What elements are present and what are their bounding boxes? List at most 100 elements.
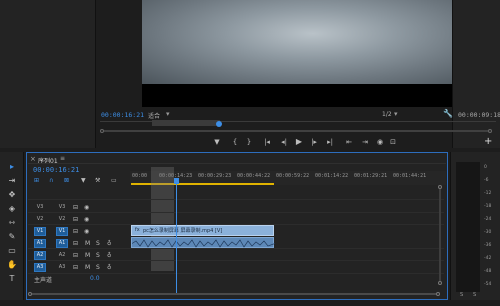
track-select-tool-icon[interactable]: ⇥ xyxy=(7,176,17,186)
track-target-a2[interactable]: A2 xyxy=(56,251,68,260)
scroll-thumb[interactable] xyxy=(32,293,436,295)
add-marker-icon[interactable]: ▼ xyxy=(212,138,222,146)
scroll-handle-bottom[interactable] xyxy=(438,281,442,285)
chevron-down-icon[interactable]: ▾ xyxy=(166,110,170,118)
export-frame-icon[interactable]: ◉ xyxy=(375,138,385,146)
source-patch-a2[interactable]: A2 xyxy=(34,251,46,260)
ruler-tick-label: 00:01:44:21 xyxy=(393,173,427,179)
master-volume-value[interactable]: 0.0 xyxy=(90,275,100,282)
meter-solo-left[interactable]: S xyxy=(460,292,463,298)
track-target-a1[interactable]: A1 xyxy=(56,239,68,248)
track-target-v2[interactable]: V2 xyxy=(56,215,68,224)
audio-clip[interactable] xyxy=(131,237,275,248)
comparison-view-icon[interactable]: ⊡ xyxy=(388,138,398,146)
tab-divider xyxy=(28,163,446,164)
ruler-tick-label: 00:00 xyxy=(132,173,148,179)
solo-button[interactable]: S xyxy=(96,252,100,259)
transport-controls: ▼ { } |◂ ◂| ▶ |▸ ▸| ⇤ ⇥ ◉ ⊡ xyxy=(210,138,396,148)
tools-panel: ▸ ⇥ ✥ ◈ ⇿ ✎ ▭ ✋ T xyxy=(0,152,24,300)
lift-icon[interactable]: ⇤ xyxy=(343,138,355,146)
captions-icon[interactable]: ▭ xyxy=(111,177,117,184)
chevron-down-icon[interactable]: ▾ xyxy=(394,110,398,118)
sync-lock-icon[interactable]: ⊟ xyxy=(73,228,78,235)
play-icon[interactable]: ▶ xyxy=(294,138,304,146)
rectangle-tool-icon[interactable]: ▭ xyxy=(7,246,17,256)
track-header-v1: V1 V1 ⊟ ◉ xyxy=(30,227,130,237)
solo-button[interactable]: S xyxy=(96,264,100,271)
source-patch-a1[interactable]: A1 xyxy=(34,239,46,248)
add-button[interactable]: + xyxy=(484,136,492,147)
sync-lock-icon[interactable]: ⊟ xyxy=(73,204,78,211)
program-timecode-current[interactable]: 00:00:16:21 xyxy=(101,111,144,119)
ruler-tick-label: 00:00:29:23 xyxy=(198,173,232,179)
scroll-handle-right[interactable] xyxy=(436,292,440,296)
sync-lock-icon[interactable]: ⊟ xyxy=(73,216,78,223)
audio-waveform xyxy=(132,239,275,248)
ripple-edit-tool-icon[interactable]: ✥ xyxy=(7,190,17,200)
wrench-icon[interactable]: 🔧 xyxy=(443,109,453,118)
step-forward-icon[interactable]: |▸ xyxy=(307,138,321,146)
track-target-v1[interactable]: V1 xyxy=(56,227,68,236)
go-to-out-icon[interactable]: ▸| xyxy=(323,138,337,146)
selection-tool-icon[interactable]: ▸ xyxy=(7,162,17,172)
track-header-a3: A3 A3 ⊟ M S ♁ xyxy=(30,263,130,273)
track-header-a1: A1 A1 ⊟ M S ♁ xyxy=(30,239,130,249)
master-track-header: 主声道 0.0 xyxy=(34,275,130,284)
ruler-tick-label: 00:00:44:22 xyxy=(237,173,271,179)
right-panel xyxy=(452,0,500,148)
close-tab-icon[interactable]: × xyxy=(30,155,36,163)
pen-tool-icon[interactable]: ✎ xyxy=(7,232,17,242)
microphone-icon[interactable]: ♁ xyxy=(107,264,111,271)
step-back-icon[interactable]: ◂| xyxy=(277,138,291,146)
extract-icon[interactable]: ⇥ xyxy=(359,138,371,146)
timeline-settings-wrench-icon[interactable]: ⚒ xyxy=(95,177,100,184)
eye-icon[interactable]: ◉ xyxy=(84,228,89,235)
sync-lock-icon[interactable]: ⊟ xyxy=(73,264,78,271)
timeline-timecode[interactable]: 00:00:16:21 xyxy=(33,166,79,174)
audio-meter-panel: 0 -6 -12 -18 -24 -30 -36 -42 -48 -54 S S xyxy=(450,152,500,300)
timeline-horizontal-scrollbar[interactable] xyxy=(28,292,444,296)
fx-badge: fx xyxy=(135,227,140,233)
add-marker-icon[interactable]: ▼ xyxy=(81,177,86,184)
monitor-playhead[interactable] xyxy=(216,121,222,127)
insert-nest-icon[interactable]: ⊞ xyxy=(34,177,39,184)
program-timecode-duration: 00:00:09:18 xyxy=(458,111,500,119)
quality-dropdown[interactable]: 1/2 xyxy=(382,111,392,118)
track-header-v2: V2 V2 ⊟ ◉ xyxy=(30,215,130,225)
source-patch-v3[interactable]: V3 xyxy=(34,203,46,212)
eye-icon[interactable]: ◉ xyxy=(84,204,89,211)
fit-dropdown[interactable]: 适合 xyxy=(148,111,160,120)
razor-tool-icon[interactable]: ◈ xyxy=(7,204,17,214)
microphone-icon[interactable]: ♁ xyxy=(107,252,111,259)
monitor-zoom-scrollbar[interactable] xyxy=(104,130,488,132)
go-to-in-icon[interactable]: |◂ xyxy=(260,138,274,146)
hand-tool-icon[interactable]: ✋ xyxy=(7,260,17,270)
eye-icon[interactable]: ◉ xyxy=(84,216,89,223)
snap-icon[interactable]: ∩ xyxy=(49,177,53,184)
mark-out-icon[interactable]: } xyxy=(244,138,254,146)
linked-selection-icon[interactable]: ⊠ xyxy=(64,177,69,184)
sync-lock-icon[interactable]: ⊟ xyxy=(73,252,78,259)
source-patch-a3[interactable]: A3 xyxy=(34,263,46,272)
tab-menu-icon[interactable]: ≡ xyxy=(60,155,65,162)
sync-lock-icon[interactable]: ⊟ xyxy=(73,240,78,247)
mute-button[interactable]: M xyxy=(85,240,90,247)
video-clip[interactable]: fx pc怎么录制屏幕 屏幕录制.mp4 [V] xyxy=(131,225,274,236)
scroll-thumb[interactable] xyxy=(439,189,441,281)
slip-tool-icon[interactable]: ⇿ xyxy=(7,218,17,228)
source-patch-v2[interactable]: V2 xyxy=(34,215,46,224)
meter-channels xyxy=(456,162,480,292)
source-patch-v1[interactable]: V1 xyxy=(34,227,46,236)
mute-button[interactable]: M xyxy=(85,264,90,271)
scroll-handle-right[interactable] xyxy=(488,129,492,133)
timeline-vertical-scrollbar[interactable] xyxy=(438,185,442,285)
track-target-a3[interactable]: A3 xyxy=(56,263,68,272)
microphone-icon[interactable]: ♁ xyxy=(107,240,111,247)
meter-solo-right[interactable]: S xyxy=(473,292,476,298)
type-tool-icon[interactable]: T xyxy=(7,274,17,284)
mute-button[interactable]: M xyxy=(85,252,90,259)
solo-button[interactable]: S xyxy=(96,240,100,247)
mark-in-icon[interactable]: { xyxy=(230,138,240,146)
track-target-v3[interactable]: V3 xyxy=(56,203,68,212)
ruler-tick-label: 00:00:59:22 xyxy=(276,173,310,179)
